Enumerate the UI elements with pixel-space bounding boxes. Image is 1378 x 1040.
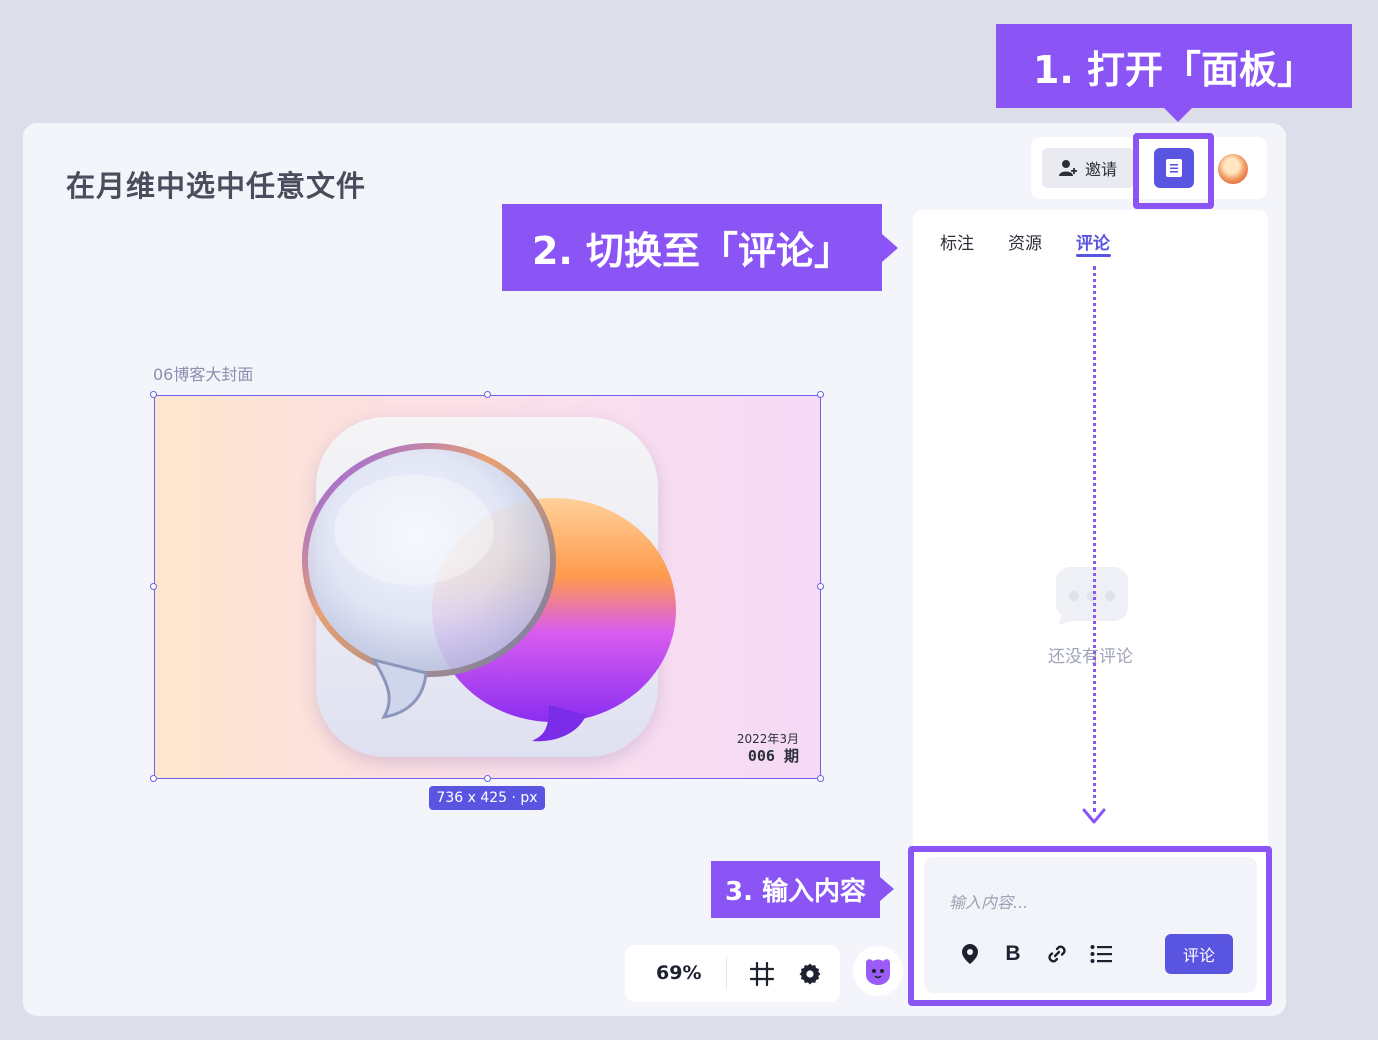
frame-grid-icon[interactable] [750,962,774,986]
zoom-level[interactable]: 69% [656,962,701,984]
size-badge: 736 x 425 · px [429,786,545,810]
add-user-icon [1058,160,1077,176]
user-avatar[interactable] [1216,152,1250,186]
resize-handle-top-right[interactable] [817,391,824,398]
highlight-composer [908,846,1272,1006]
active-tab-indicator [1076,254,1111,257]
highlight-panel-button [1133,133,1214,209]
gear-icon[interactable] [798,962,822,986]
guide-dotted-line [1093,266,1096,812]
resize-handle-top[interactable] [484,391,491,398]
resize-handle-left[interactable] [150,583,157,590]
invite-label: 邀请 [1084,160,1117,179]
toolbar-divider [726,957,727,989]
assistant-mascot-icon [866,959,890,985]
resize-handle-top-left[interactable] [150,391,157,398]
resize-handle-right[interactable] [817,583,824,590]
callout-step-2: 2. 切换至「评论」 [502,204,898,291]
chevron-down-icon [1082,808,1106,824]
empty-comments-icon [1056,567,1128,625]
page-title: 在月维中选中任意文件 [66,169,367,203]
frame-label[interactable]: 06博客大封面 [153,361,253,385]
comment-panel [913,210,1268,850]
resize-handle-bottom-right[interactable] [817,775,824,782]
callout-step-3: 3. 输入内容 [711,861,894,918]
invite-button[interactable]: 邀请 [1042,148,1134,188]
resize-handle-bottom[interactable] [484,775,491,782]
resize-handle-bottom-left[interactable] [150,775,157,782]
empty-state-text: 还没有评论 [1048,647,1133,667]
tab-assets[interactable]: 资源 [1008,229,1042,254]
tab-annotations[interactable]: 标注 [940,229,974,254]
assistant-button[interactable] [853,946,903,996]
selection-box [154,395,821,779]
callout-step-1: 1. 打开「面板」 [996,24,1352,122]
tab-comments[interactable]: 评论 [1076,229,1110,254]
